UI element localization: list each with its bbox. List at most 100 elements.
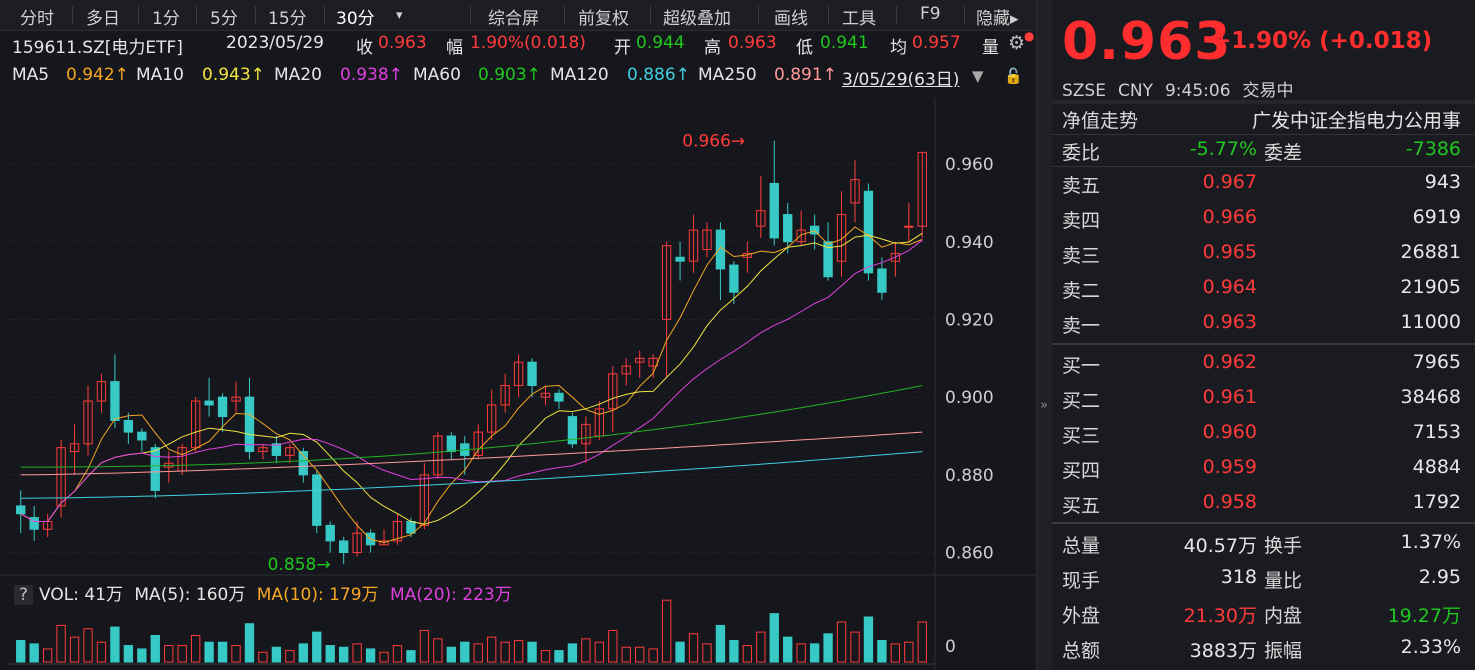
y-tick-label: 0.940	[945, 233, 994, 253]
volume-bar	[473, 643, 483, 663]
market-meta: SZSE CNY 9:45:06 交易中	[1062, 76, 1306, 101]
volume-bar	[123, 645, 134, 663]
exchange: SZSE	[1062, 81, 1106, 101]
ask-row[interactable]: 卖一 0.963 11000	[1052, 307, 1475, 341]
bid-row[interactable]: 买五 0.958 1792	[1052, 487, 1475, 521]
wb-value: -5.77%	[1189, 138, 1257, 160]
bid-volume: 7965	[1412, 351, 1461, 373]
volume-bar	[419, 629, 430, 663]
volume-bar	[635, 646, 645, 663]
volume-bar	[540, 650, 551, 663]
volume-bar	[16, 640, 26, 663]
bid-price: 0.958	[1202, 491, 1257, 513]
candle-down	[338, 540, 349, 554]
candle-down	[769, 182, 779, 239]
volume-bar	[392, 645, 403, 663]
ask-volume: 943	[1424, 171, 1461, 193]
volume-bar	[809, 643, 820, 663]
volume-bar	[890, 643, 901, 663]
trading-status: 交易中	[1242, 81, 1294, 101]
volume-bar	[42, 648, 53, 663]
volume-bar	[69, 636, 80, 663]
candle-down	[123, 419, 134, 433]
ask-volume: 11000	[1400, 311, 1461, 333]
candlestick-chart[interactable]: 0.960 0.940 0.920 0.900 0.880 0.860 0.966→ 0.85…	[0, 0, 1036, 670]
stat-row[interactable]: 总量 40.57万 换手 1.37%	[1052, 527, 1475, 561]
wc-label: 委差	[1264, 142, 1303, 164]
stat-label: 总量	[1062, 535, 1101, 557]
volume-bar	[863, 616, 874, 663]
bid-price: 0.962	[1202, 351, 1257, 373]
volume-bar	[783, 636, 793, 663]
candle-down	[527, 361, 537, 387]
bid-volume: 1792	[1412, 491, 1461, 513]
volume-bar	[217, 641, 228, 663]
bid-row[interactable]: 买一 0.962 7965	[1052, 347, 1475, 381]
candle-up	[904, 225, 914, 228]
help-icon[interactable]: ?	[14, 585, 34, 605]
volume-bar	[715, 624, 726, 663]
stat-row[interactable]: 外盘 21.30万 内盘 19.27万	[1052, 597, 1475, 631]
volume-bar	[675, 641, 685, 663]
nav-label[interactable]: 净值走势	[1062, 106, 1138, 133]
bid-row[interactable]: 买二 0.961 38468	[1052, 382, 1475, 416]
y-tick-label: 0.960	[945, 155, 994, 175]
stat-label: 振幅	[1264, 640, 1303, 662]
volume-bar	[487, 636, 497, 663]
vol-ma10: MA(10): 179万	[256, 585, 379, 605]
candle-down	[783, 214, 793, 243]
stat-label: 总额	[1062, 640, 1101, 662]
ma5-line	[20, 226, 923, 544]
volume-bar	[190, 634, 201, 663]
volume-bar	[271, 646, 282, 663]
vol-ma5: MA(5): 160万	[134, 585, 246, 605]
low-marker: 0.858→	[268, 555, 331, 575]
high-marker: 0.966→	[682, 132, 745, 152]
nav-row[interactable]: 净值走势 广发中证全指电力公用事	[1052, 102, 1475, 136]
volume-bar	[836, 621, 847, 663]
bid-level-label: 买一	[1062, 355, 1101, 377]
volume-bar	[904, 641, 914, 663]
ask-level-label: 卖二	[1062, 280, 1101, 302]
ask-row[interactable]: 卖四 0.966 6919	[1052, 202, 1475, 236]
double-chevron-right-icon[interactable]: »	[1040, 398, 1048, 413]
volume-legend: ? VOL: 41万 MA(5): 160万 MA(10): 179万 MA(20…	[14, 580, 518, 605]
candle-down	[150, 447, 160, 491]
volume-bar	[150, 634, 160, 663]
candle-down	[446, 435, 456, 453]
bid-level-label: 买二	[1062, 390, 1101, 412]
volume-bar	[231, 645, 241, 663]
candle-down	[809, 225, 820, 235]
candle-down	[204, 400, 214, 406]
volume-bar	[769, 613, 779, 663]
volume-bar	[877, 640, 887, 663]
volume-bar	[379, 651, 389, 663]
bid-row[interactable]: 买三 0.960 7153	[1052, 417, 1475, 451]
ask-price: 0.964	[1202, 276, 1257, 298]
stat-row[interactable]: 现手 318 量比 2.95	[1052, 562, 1475, 596]
bid-level-label: 买四	[1062, 460, 1101, 482]
ask-row[interactable]: 卖二 0.964 21905	[1052, 272, 1475, 306]
volume-bar	[661, 599, 672, 663]
bid-row[interactable]: 买四 0.959 4884	[1052, 452, 1475, 486]
bid-level-label: 买五	[1062, 495, 1101, 517]
ask-level-label: 卖三	[1062, 245, 1101, 267]
wc-value: -7386	[1405, 138, 1461, 160]
volume-bar	[244, 623, 255, 663]
volume-bar	[554, 650, 564, 663]
ask-row[interactable]: 卖五 0.967 943	[1052, 167, 1475, 201]
ask-level-label: 卖五	[1062, 175, 1101, 197]
candle-down	[137, 431, 147, 441]
volume-bar	[621, 646, 631, 663]
volume-bar	[850, 631, 860, 663]
volume-bar	[137, 648, 147, 663]
volume-bar	[567, 643, 578, 663]
volume-bar	[446, 646, 456, 663]
volume-bar	[917, 621, 927, 663]
stat-label: 现手	[1062, 570, 1101, 592]
ask-volume: 21905	[1400, 276, 1461, 298]
stat-row[interactable]: 总额 3883万 振幅 2.33%	[1052, 632, 1475, 666]
book-divider	[1052, 522, 1475, 524]
ask-row[interactable]: 卖三 0.965 26881	[1052, 237, 1475, 271]
volume-bar	[204, 641, 214, 663]
